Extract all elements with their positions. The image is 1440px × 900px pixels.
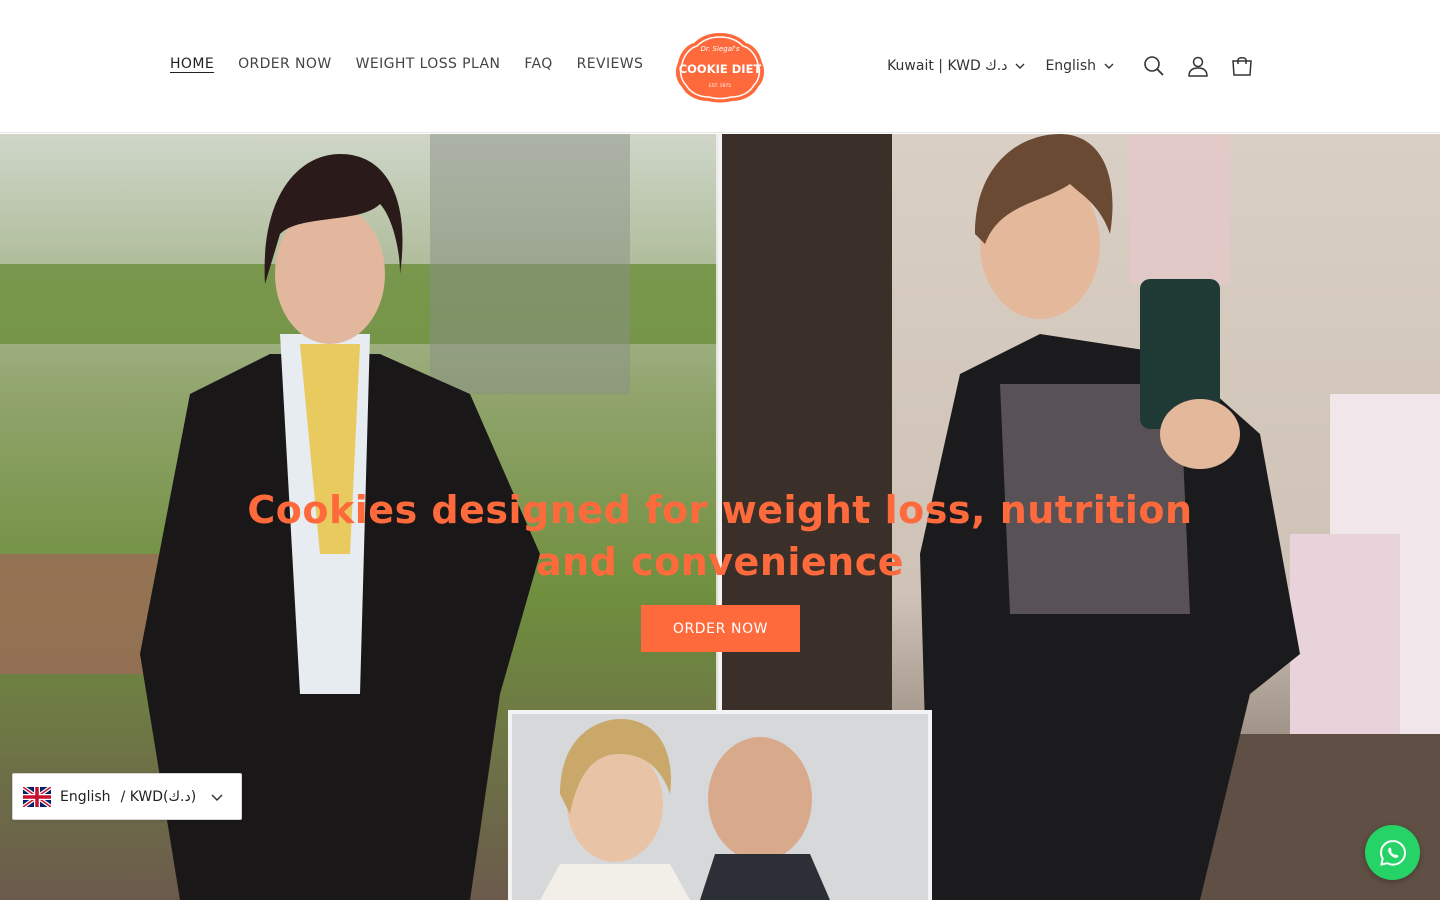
hero-title: Cookies designed for weight loss, nutrit… (247, 488, 1193, 584)
widget-currency-label: / KWD(د.ك) (120, 788, 197, 805)
language-currency-widget[interactable]: English / KWD(د.ك) (12, 773, 242, 820)
chevron-down-icon (211, 794, 223, 802)
nav-weight-loss-plan[interactable]: WEIGHT LOSS PLAN (356, 56, 501, 72)
country-selector[interactable]: Kuwait | KWD د.ك (887, 58, 1025, 74)
language-selector[interactable]: English (1045, 58, 1114, 74)
nav-home[interactable]: HOME (170, 56, 214, 72)
cookie-diet-logo-icon: Dr. Siegal's COOKIE DIET EST. 1975 (675, 33, 765, 103)
country-currency-label: Kuwait | KWD د.ك (887, 58, 1008, 74)
widget-language-label: English (60, 788, 111, 805)
main-nav: HOME ORDER NOW WEIGHT LOSS PLAN FAQ REVI… (170, 56, 667, 72)
site-logo[interactable]: Dr. Siegal's COOKIE DIET EST. 1975 (674, 31, 766, 103)
search-button[interactable] (1132, 48, 1176, 84)
search-icon (1144, 56, 1164, 76)
account-button[interactable] (1176, 48, 1220, 84)
logo-main-text: COOKIE DIET (679, 62, 762, 76)
chevron-down-icon (1015, 63, 1025, 69)
cart-icon (1232, 57, 1252, 76)
whatsapp-chat-button[interactable] (1365, 825, 1420, 880)
logo-bottom-text: EST. 1975 (709, 83, 731, 89)
chevron-down-icon (1104, 63, 1114, 69)
whatsapp-icon (1379, 839, 1406, 866)
nav-faq[interactable]: FAQ (524, 56, 552, 72)
account-icon (1188, 56, 1208, 77)
uk-flag-icon (23, 786, 51, 807)
logo-top-text: Dr. Siegal's (700, 45, 739, 53)
nav-order-now[interactable]: ORDER NOW (238, 56, 332, 72)
hero-order-now-button[interactable]: ORDER NOW (641, 605, 800, 652)
language-label: English (1045, 58, 1096, 74)
header-tools: Kuwait | KWD د.ك English (887, 48, 1264, 84)
cart-button[interactable] (1220, 48, 1264, 84)
nav-reviews[interactable]: REVIEWS (577, 56, 644, 72)
site-header: HOME ORDER NOW WEIGHT LOSS PLAN FAQ REVI… (0, 0, 1440, 133)
